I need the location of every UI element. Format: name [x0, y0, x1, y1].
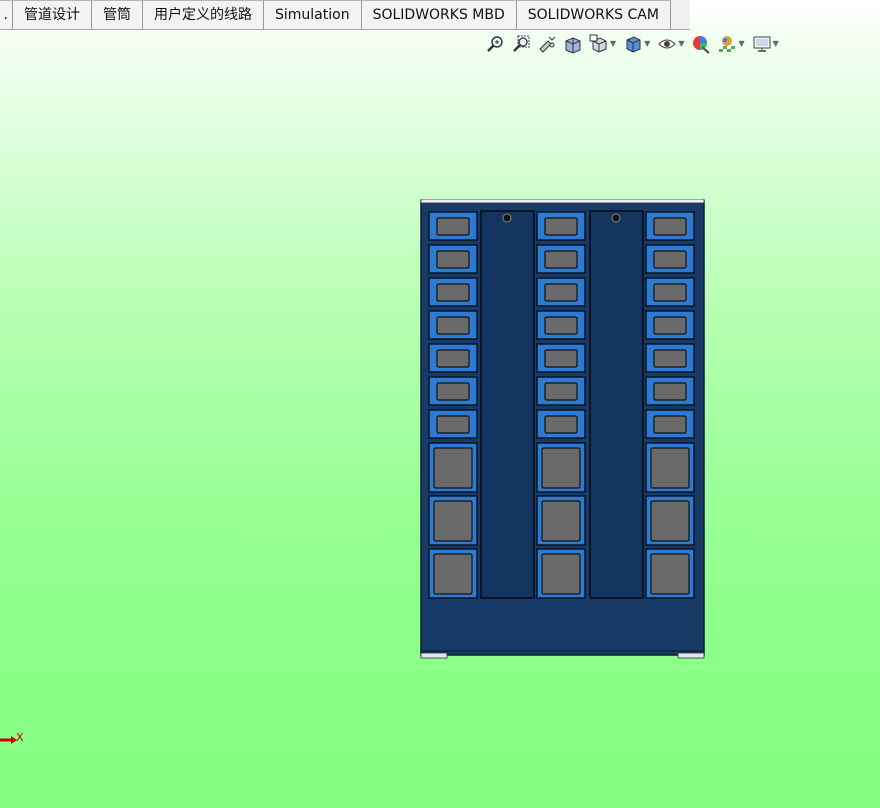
vertical-channel	[589, 210, 644, 599]
small-module-window	[653, 283, 687, 302]
section-view-icon[interactable]	[562, 33, 584, 55]
small-module-window	[653, 217, 687, 236]
tab-solidworks-cam[interactable]: SOLIDWORKS CAM	[516, 0, 671, 29]
small-module-window	[436, 217, 470, 236]
large-module-window	[541, 553, 581, 595]
large-module-window	[433, 447, 473, 489]
cabinet-top-edge	[420, 199, 705, 204]
display-style-icon[interactable]	[622, 33, 644, 55]
view-orientation-icon[interactable]	[588, 33, 610, 55]
large-module-window	[541, 500, 581, 542]
small-module-window	[544, 217, 578, 236]
small-module-window	[544, 349, 578, 368]
tab-solidworks-mbd[interactable]: SOLIDWORKS MBD	[361, 0, 517, 29]
large-module-window	[433, 500, 473, 542]
large-module-window	[650, 447, 690, 489]
small-module-window	[436, 349, 470, 368]
small-module-window	[653, 382, 687, 401]
small-module-window	[653, 316, 687, 335]
small-module-window	[436, 382, 470, 401]
large-module-window	[433, 553, 473, 595]
view-settings-dropdown-icon[interactable]: ▼	[773, 33, 779, 55]
tab-clipped[interactable]: .	[0, 0, 13, 29]
apply-scene-dropdown-icon[interactable]: ▼	[738, 33, 744, 55]
vertical-channel	[480, 210, 535, 599]
small-module-window	[653, 415, 687, 434]
channel-bolt	[611, 213, 621, 223]
tab-piping[interactable]: 管道设计	[13, 0, 92, 29]
small-module-window	[436, 316, 470, 335]
view-orientation-dropdown-icon[interactable]: ▼	[610, 33, 616, 55]
tab-tubing[interactable]: 管筒	[92, 0, 143, 29]
cabinet-model[interactable]	[420, 199, 705, 660]
small-module-window	[653, 250, 687, 269]
small-module-window	[436, 415, 470, 434]
channel-bolt	[502, 213, 512, 223]
cabinet-drawing	[420, 199, 705, 659]
small-module-window	[436, 283, 470, 302]
view-settings-icon[interactable]	[751, 33, 773, 55]
heads-up-view-toolbar: ▼ ▼ ▼ ▼ ▼	[484, 33, 785, 55]
large-module-window	[541, 447, 581, 489]
cabinet-foot-left	[420, 652, 448, 659]
apply-scene-icon[interactable]	[716, 33, 738, 55]
display-style-dropdown-icon[interactable]: ▼	[644, 33, 650, 55]
coordinate-triad: X	[0, 731, 30, 749]
large-module-window	[650, 553, 690, 595]
small-module-window	[436, 250, 470, 269]
tab-simulation[interactable]: Simulation	[264, 0, 362, 29]
small-module-window	[653, 349, 687, 368]
small-module-window	[544, 415, 578, 434]
edit-appearance-icon[interactable]	[690, 33, 712, 55]
zoom-to-area-icon[interactable]	[510, 33, 532, 55]
x-axis-label: X	[16, 731, 24, 744]
hide-show-items-icon[interactable]	[656, 33, 678, 55]
small-module-window	[544, 382, 578, 401]
hide-show-dropdown-icon[interactable]: ▼	[678, 33, 684, 55]
small-module-window	[544, 250, 578, 269]
zoom-to-fit-icon[interactable]	[484, 33, 506, 55]
cabinet-foot-right	[677, 652, 705, 659]
large-module-window	[650, 500, 690, 542]
small-module-window	[544, 283, 578, 302]
small-module-window	[544, 316, 578, 335]
previous-view-icon[interactable]	[536, 33, 558, 55]
command-manager-tabs: . 管道设计 管筒 用户定义的线路 Simulation SOLIDWORKS …	[0, 0, 690, 30]
tab-user-defined-route[interactable]: 用户定义的线路	[143, 0, 264, 29]
